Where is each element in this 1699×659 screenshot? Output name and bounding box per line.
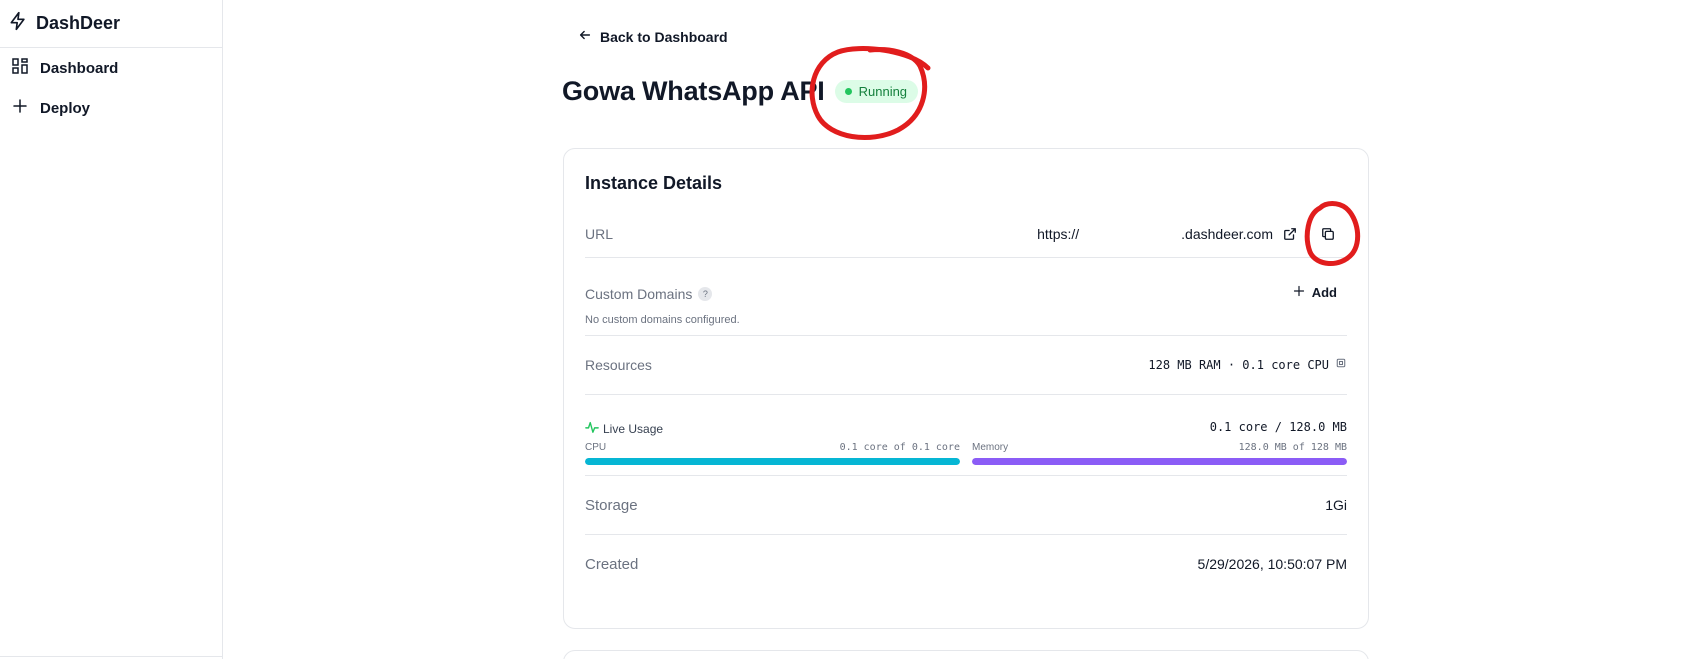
add-label: Add: [1311, 285, 1337, 300]
url-suffix[interactable]: .dashdeer.com: [1181, 226, 1273, 242]
grid-icon: [12, 58, 28, 78]
resources-value: 128 MB RAM · 0.1 core CPU: [1148, 357, 1329, 372]
page-header: Gowa WhatsApp API Running: [562, 76, 919, 107]
url-row: URL https:// .dashdeer.com: [585, 213, 1347, 258]
status-dot: [844, 88, 852, 95]
plus-icon: [12, 98, 28, 118]
activity-icon: [585, 420, 599, 437]
add-domain-button[interactable]: Add: [1293, 285, 1337, 300]
resources-row: Resources 128 MB RAM · 0.1 core CPU: [585, 336, 1347, 395]
custom-domains-label: Custom Domains: [585, 286, 693, 302]
memory-bar-track: [972, 458, 1347, 465]
live-usage-heading: Live Usage: [585, 420, 663, 437]
sidebar-item-label: Dashboard: [40, 59, 119, 77]
storage-label: Storage: [585, 497, 638, 514]
page-title: Gowa WhatsApp API: [562, 76, 825, 106]
sidebar-item-label: Deploy: [40, 99, 91, 117]
created-label: Created: [585, 556, 639, 573]
url-label: URL: [585, 226, 614, 242]
live-usage-row: Live Usage 0.1 core / 128.0 MB CPU 0.1 c…: [585, 395, 1347, 476]
external-link-icon[interactable]: [1279, 223, 1301, 245]
plus-icon: [1293, 285, 1305, 300]
status-badge: Running: [834, 80, 919, 103]
memory-label: Memory: [972, 442, 1009, 453]
live-usage-total: 0.1 core / 128.0 MB: [1209, 420, 1347, 434]
arrow-left-icon: [578, 28, 592, 45]
custom-domains-row: Custom Domains ? No custom domains confi…: [585, 258, 1347, 336]
memory-value: 128.0 MB of 128 MB: [1238, 442, 1347, 453]
custom-domains-heading: Custom Domains ?: [585, 286, 713, 302]
next-card: [563, 650, 1369, 659]
sidebar-item-dashboard[interactable]: Dashboard: [0, 48, 222, 88]
cpu-label: CPU: [585, 442, 607, 453]
memory-bar-fill: [972, 458, 1347, 465]
custom-domains-empty: No custom domains configured.: [585, 314, 740, 326]
copy-icon[interactable]: [1317, 223, 1339, 245]
resources-label: Resources: [585, 357, 652, 373]
cpu-bar-fill: [585, 458, 960, 465]
storage-row: Storage 1Gi: [585, 476, 1347, 535]
instance-details-card: Instance Details URL https:// .dashdeer.…: [563, 148, 1369, 629]
cpu-usage: CPU 0.1 core of 0.1 core: [585, 442, 960, 465]
url-prefix[interactable]: https://: [1037, 226, 1079, 242]
divider: [0, 656, 222, 657]
brand-name: DashDeer: [36, 13, 121, 33]
sidebar-item-deploy[interactable]: Deploy: [0, 88, 222, 128]
storage-value: 1Gi: [1325, 497, 1347, 513]
lightning-icon: [8, 10, 28, 37]
sidebar: DashDeer Dashboard Deploy: [0, 0, 223, 659]
help-icon[interactable]: ?: [698, 287, 713, 301]
cpu-bar-track: [585, 458, 960, 465]
created-row: Created 5/29/2026, 10:50:07 PM: [585, 535, 1347, 594]
live-usage-label: Live Usage: [603, 421, 664, 436]
card-title: Instance Details: [585, 173, 723, 193]
chip-icon: [1335, 357, 1347, 372]
status-label: Running: [858, 84, 908, 99]
back-to-dashboard-link[interactable]: Back to Dashboard: [578, 28, 728, 45]
created-value: 5/29/2026, 10:50:07 PM: [1197, 556, 1347, 572]
url-value: https:// .dashdeer.com: [1037, 223, 1339, 245]
brand[interactable]: DashDeer: [0, 0, 222, 48]
memory-usage: Memory 128.0 MB of 128 MB: [972, 442, 1347, 465]
back-label: Back to Dashboard: [600, 28, 728, 45]
resources-value-group: 128 MB RAM · 0.1 core CPU: [1148, 357, 1347, 372]
cpu-value: 0.1 core of 0.1 core: [839, 442, 960, 453]
